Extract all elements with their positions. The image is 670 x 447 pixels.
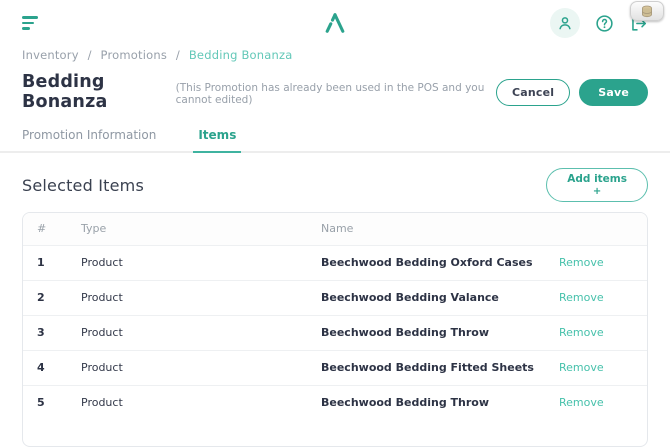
tab-bar: Promotion Information Items: [0, 112, 670, 153]
table-row: 4 Product Beechwood Bedding Fitted Sheet…: [23, 350, 648, 385]
row-item-name: Beechwood Bedding Fitted Sheets: [305, 350, 548, 385]
remove-link[interactable]: Remove: [559, 361, 604, 374]
selected-items-table: # Type Name 1 Product Beechwood Bedding …: [22, 212, 648, 447]
column-header-action: [548, 213, 648, 245]
row-item-name: Beechwood Bedding Valance: [305, 280, 548, 315]
remove-link[interactable]: Remove: [559, 256, 604, 269]
row-item-type: Product: [65, 350, 305, 385]
row-number: 3: [23, 315, 65, 350]
section-title: Selected Items: [22, 176, 144, 195]
cancel-button[interactable]: Cancel: [496, 79, 570, 106]
row-item-name: Beechwood Bedding Throw: [305, 315, 548, 350]
table-header-row: # Type Name: [23, 213, 648, 245]
brand-caret-logo-icon: [324, 12, 346, 38]
coins-icon: [640, 5, 654, 18]
breadcrumb-separator: /: [176, 48, 180, 62]
add-items-button[interactable]: Add items +: [546, 168, 648, 202]
help-icon[interactable]: [595, 14, 614, 33]
hamburger-menu-icon[interactable]: [22, 16, 38, 30]
row-number: 1: [23, 245, 65, 280]
breadcrumb-current-page: Bedding Bonanza: [189, 48, 293, 62]
profile-icon[interactable]: [550, 8, 580, 38]
tab-items[interactable]: Items: [198, 128, 236, 151]
column-header-type: Type: [65, 213, 305, 245]
row-number: 4: [23, 350, 65, 385]
add-items-label: Add items: [567, 173, 627, 186]
table-row: 2 Product Beechwood Bedding Valance Remo…: [23, 280, 648, 315]
remove-link[interactable]: Remove: [559, 396, 604, 409]
row-item-type: Product: [65, 315, 305, 350]
save-button[interactable]: Save: [579, 79, 648, 106]
table-row: 5 Product Beechwood Bedding Throw Remove: [23, 385, 648, 420]
page-header: Bedding Bonanza (This Promotion has alre…: [0, 62, 670, 112]
row-item-type: Product: [65, 280, 305, 315]
selected-items-section-header: Selected Items Add items +: [0, 153, 670, 208]
tab-promotion-information[interactable]: Promotion Information: [22, 128, 156, 151]
top-app-bar: [0, 0, 670, 46]
row-item-name: Beechwood Bedding Oxford Cases: [305, 245, 548, 280]
row-number: 2: [23, 280, 65, 315]
column-header-name: Name: [305, 213, 548, 245]
breadcrumb-separator: /: [88, 48, 92, 62]
browser-overlay-badge[interactable]: [630, 1, 664, 21]
plus-icon: +: [567, 186, 627, 197]
row-item-name: Beechwood Bedding Throw: [305, 385, 548, 420]
breadcrumb-inventory[interactable]: Inventory: [22, 48, 79, 62]
breadcrumb-promotions[interactable]: Promotions: [101, 48, 168, 62]
table-row: 3 Product Beechwood Bedding Throw Remove: [23, 315, 648, 350]
row-item-type: Product: [65, 245, 305, 280]
page-readonly-note: (This Promotion has already been used in…: [176, 82, 496, 106]
remove-link[interactable]: Remove: [559, 326, 604, 339]
row-number: 5: [23, 385, 65, 420]
column-header-number: #: [23, 213, 65, 245]
table-row: 1 Product Beechwood Bedding Oxford Cases…: [23, 245, 648, 280]
breadcrumb: Inventory / Promotions / Bedding Bonanza: [0, 46, 670, 62]
remove-link[interactable]: Remove: [559, 291, 604, 304]
row-item-type: Product: [65, 385, 305, 420]
page-title: Bedding Bonanza: [22, 72, 166, 112]
